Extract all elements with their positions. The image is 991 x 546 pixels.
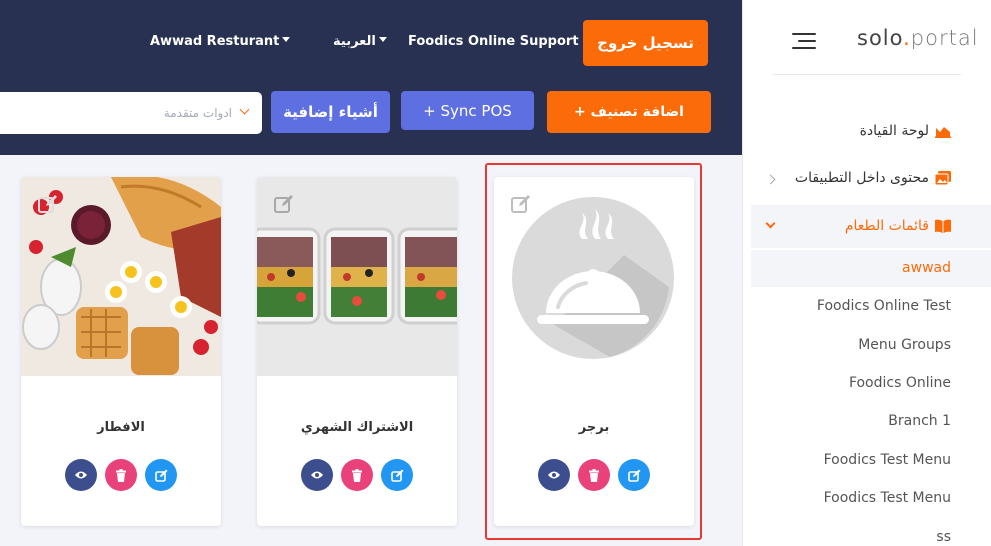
card-actions [257,459,457,491]
delete-button[interactable] [105,459,137,491]
sidebar-item-app-content[interactable]: محتوى داخل التطبيقات [795,170,951,186]
logout-button[interactable]: تسجيل خروج [583,20,708,66]
edit-button[interactable] [145,459,177,491]
restaurant-label: Awwad Resturant [150,34,280,49]
dashboard-icon [935,127,951,138]
language-dropdown[interactable]: العربية [333,34,387,49]
trash-icon [352,468,362,482]
support-link[interactable]: Foodics Online Support [408,34,579,49]
submenu-item[interactable]: Foodics Online Test [817,298,951,314]
sync-pos-button[interactable]: + Sync POS [401,91,534,130]
sidebar-item-dashboard[interactable]: لوحة القيادة [860,123,951,139]
eye-icon [311,471,323,479]
sidebar-item-menus[interactable]: قائمات الطعام [845,218,951,234]
category-card[interactable]: الاشتراك الشهري [257,177,457,526]
sidebar-item-label: محتوى داخل التطبيقات [794,170,929,186]
view-button[interactable] [301,459,333,491]
book-icon [935,219,951,233]
edit-card-icon[interactable] [37,193,59,215]
menu-toggle-icon[interactable] [792,33,816,49]
card-actions [21,459,221,491]
page: Awwad Resturant العربية Foodics Online S… [0,0,991,546]
sidebar: solo.portal لوحة القيادة محتوى داخل التط… [742,0,991,546]
restaurant-dropdown[interactable]: Awwad Resturant [150,34,291,49]
card-actions [494,459,694,491]
view-button[interactable] [538,459,570,491]
extras-button[interactable]: أشياء إضافية [271,91,390,133]
category-title: الافطار [97,420,145,435]
brand-dot: . [903,26,911,50]
view-button[interactable] [65,459,97,491]
trash-icon [589,468,599,482]
submenu-item[interactable]: Foodics Test Menu [824,490,951,506]
edit-icon [627,469,640,482]
chevron-left-icon[interactable] [765,174,776,185]
submenu-selected-bg [751,250,991,287]
delete-button[interactable] [341,459,373,491]
submenu-item[interactable]: Foodics Test Menu [824,452,951,468]
edit-card-icon[interactable] [273,193,295,215]
category-card[interactable]: الافطار [21,177,221,526]
brand-portal: portal [910,26,979,50]
top-navbar: Awwad Resturant العربية Foodics Online S… [0,0,742,155]
brand-solo: solo [857,26,904,50]
trash-icon [116,468,126,482]
caret-down-icon [282,37,291,42]
eye-icon [75,471,87,479]
category-title: الاشتراك الشهري [300,420,414,435]
delete-button[interactable] [578,459,610,491]
language-label: العربية [333,34,376,49]
submenu-item[interactable]: awwad [902,260,951,276]
advanced-tools-label: ادوات متقدمة [163,106,232,120]
sidebar-divider [773,74,961,75]
chevron-down-icon [239,104,250,115]
sidebar-item-label: قائمات الطعام [844,218,929,234]
edit-icon [154,469,167,482]
category-card[interactable]: برجر [494,177,694,526]
edit-button[interactable] [381,459,413,491]
edit-button[interactable] [618,459,650,491]
submenu-item[interactable]: Branch 1 [888,413,951,429]
edit-card-icon[interactable] [510,193,532,215]
category-title: برجر [578,420,610,435]
brand-logo: solo.portal [857,26,979,50]
submenu-item[interactable]: ss [936,529,951,545]
caret-down-icon [378,37,387,42]
images-icon [935,171,951,185]
submenu-item[interactable]: Foodics Online [849,375,951,391]
edit-icon [390,469,403,482]
sidebar-item-label: لوحة القيادة [859,123,929,139]
eye-icon [548,471,560,479]
submenu-item[interactable]: Menu Groups [858,337,951,353]
advanced-tools-select[interactable]: ادوات متقدمة [0,92,262,134]
add-category-button[interactable]: + اضافة تصنيف [547,91,711,133]
